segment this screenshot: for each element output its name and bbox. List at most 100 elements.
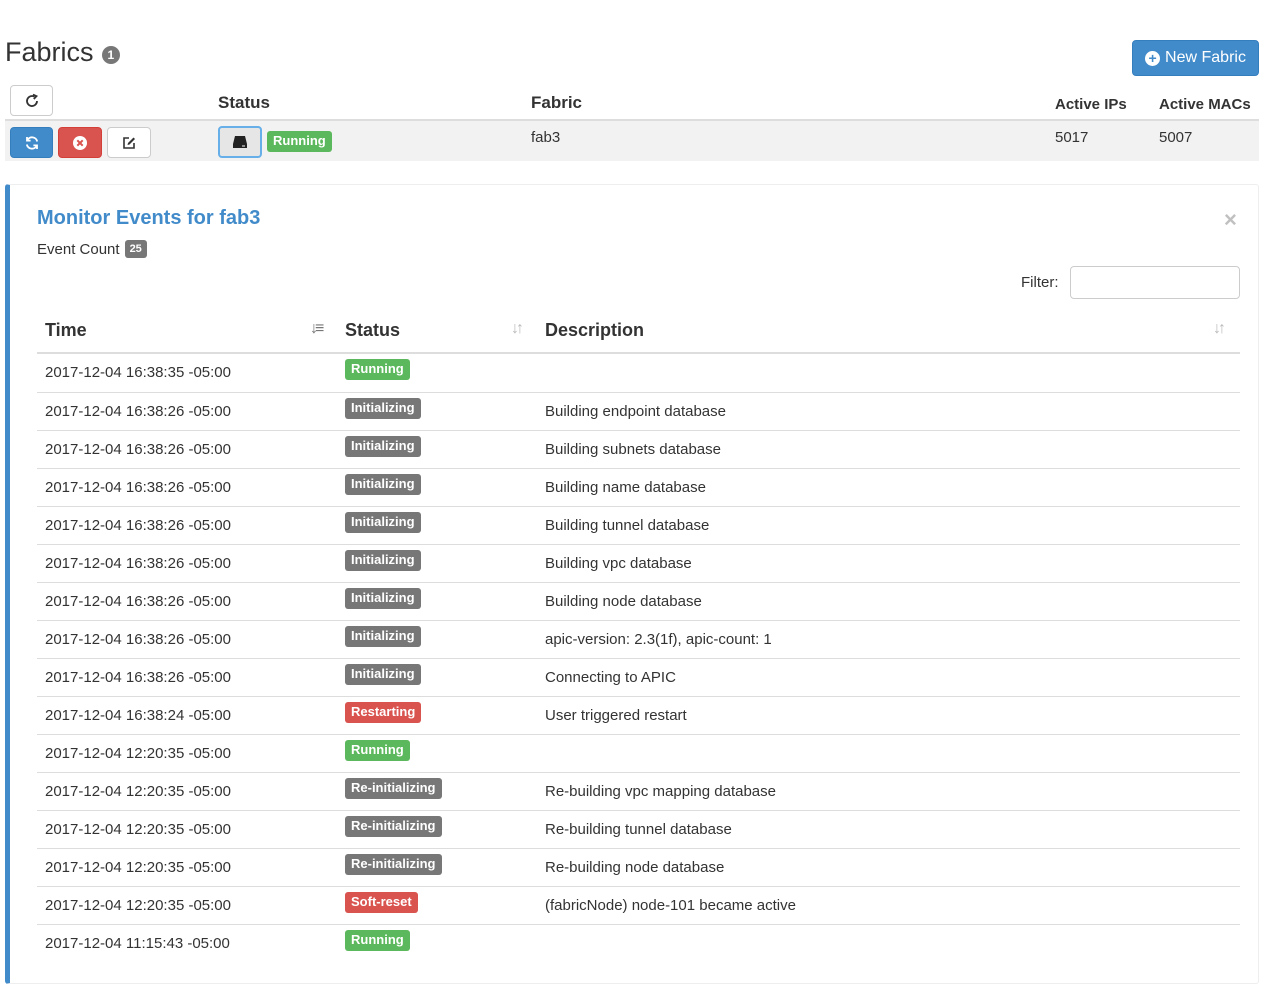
table-row: 2017-12-04 16:38:26 -05:00 Initializing ap… <box>37 620 1240 658</box>
stop-circle-icon <box>73 135 87 150</box>
new-fabric-label: New Fabric <box>1165 49 1246 66</box>
event-time: 2017-12-04 16:38:26 -05:00 <box>45 517 231 534</box>
table-row: 2017-12-04 12:20:35 -05:00 Re-initializin… <box>37 810 1240 848</box>
status-badge: Re-initializing <box>345 816 442 837</box>
col-active-ips: Active IPs <box>1055 96 1127 113</box>
event-time: 2017-12-04 16:38:35 -05:00 <box>45 364 231 381</box>
status-badge: Running <box>345 359 410 380</box>
status-badge: Re-initializing <box>345 854 442 875</box>
sort-icon[interactable]: ↓↑ <box>1213 320 1226 338</box>
event-description: Building name database <box>545 479 706 496</box>
event-time: 2017-12-04 12:20:35 -05:00 <box>45 897 231 914</box>
event-status: Initializing <box>345 550 421 571</box>
status-badge: Re-initializing <box>345 778 442 799</box>
event-description: Re-building tunnel database <box>545 821 732 838</box>
event-description: Re-building node database <box>545 859 725 876</box>
close-icon[interactable]: × <box>1224 209 1237 231</box>
event-status: Initializing <box>345 436 421 457</box>
table-row: 2017-12-04 12:20:35 -05:00 Re-initializin… <box>37 772 1240 810</box>
event-time: 2017-12-04 16:38:24 -05:00 <box>45 707 231 724</box>
event-time: 2017-12-04 16:38:26 -05:00 <box>45 403 231 420</box>
event-status: Initializing <box>345 512 421 533</box>
fabric-name-cell[interactable]: fab3 <box>531 129 560 146</box>
table-row: 2017-12-04 12:20:35 -05:00 Running <box>37 734 1240 772</box>
edit-fabric-button[interactable] <box>107 127 151 158</box>
status-badge: Initializing <box>345 512 421 533</box>
event-time: 2017-12-04 16:38:26 -05:00 <box>45 631 231 648</box>
event-time: 2017-12-04 16:38:26 -05:00 <box>45 555 231 572</box>
server-icon <box>233 136 247 148</box>
event-time: 2017-12-04 12:20:35 -05:00 <box>45 821 231 838</box>
active-macs-cell: 5007 <box>1159 129 1193 146</box>
event-status: Initializing <box>345 474 421 495</box>
table-row: 2017-12-04 16:38:26 -05:00 Initializing Bu… <box>37 544 1240 582</box>
event-status: Soft-reset <box>345 892 418 913</box>
plus-circle-icon: + <box>1145 50 1161 66</box>
table-row: 2017-12-04 16:38:26 -05:00 Initializing Bu… <box>37 582 1240 620</box>
stop-fabric-button[interactable] <box>58 127 102 158</box>
event-time: 2017-12-04 12:20:35 -05:00 <box>45 745 231 762</box>
status-badge: Initializing <box>345 474 421 495</box>
status-badge: Initializing <box>345 550 421 571</box>
restart-fabric-button[interactable] <box>10 127 53 158</box>
event-count-label: Event Count <box>37 240 120 258</box>
event-description: Connecting to APIC <box>545 669 676 686</box>
table-row: 2017-12-04 16:38:26 -05:00 Initializing Bu… <box>37 430 1240 468</box>
refresh-icon <box>25 93 38 107</box>
sort-icon[interactable]: ↓↑ <box>511 320 524 338</box>
event-status: Restarting <box>345 702 422 723</box>
page-title-text: Fabrics <box>5 37 94 67</box>
fabric-status-detail-button[interactable] <box>218 126 262 158</box>
sync-icon <box>25 135 38 150</box>
event-status: Initializing <box>345 664 421 685</box>
event-time: 2017-12-04 16:38:26 -05:00 <box>45 669 231 686</box>
table-row: 2017-12-04 16:38:26 -05:00 Initializing Bu… <box>37 506 1240 544</box>
event-status: Re-initializing <box>345 816 442 837</box>
col-time[interactable]: Time <box>45 307 87 353</box>
col-status: Status <box>218 93 270 112</box>
event-status: Initializing <box>345 398 421 419</box>
status-badge: Initializing <box>345 436 421 457</box>
table-row: 2017-12-04 16:38:24 -05:00 Restarting User… <box>37 696 1240 734</box>
event-description: Building vpc database <box>545 555 692 572</box>
status-badge: Running <box>267 131 332 152</box>
event-time: 2017-12-04 16:38:26 -05:00 <box>45 479 231 496</box>
new-fabric-button[interactable]: + New Fabric <box>1132 40 1259 76</box>
col-time-label: Time <box>45 319 87 340</box>
table-row: 2017-12-04 12:20:35 -05:00 Soft-reset (fab… <box>37 886 1240 924</box>
status-badge: Initializing <box>345 626 421 647</box>
event-description: Building tunnel database <box>545 517 710 534</box>
sort-desc-icon[interactable]: ↓≡ <box>310 320 324 338</box>
event-description: Building node database <box>545 593 702 610</box>
event-time: 2017-12-04 16:38:26 -05:00 <box>45 441 231 458</box>
table-row: 2017-12-04 11:15:43 -05:00 Running <box>37 924 1240 962</box>
refresh-table-button[interactable] <box>10 85 53 116</box>
status-badge: Running <box>345 930 410 951</box>
event-time: 2017-12-04 12:20:35 -05:00 <box>45 859 231 876</box>
event-status: Running <box>345 359 410 380</box>
col-description[interactable]: Description <box>545 307 644 353</box>
edit-icon <box>123 136 135 149</box>
monitor-events-panel: Monitor Events for fab3 × Event Count 25… <box>5 184 1259 984</box>
fabric-status-cell: Running <box>267 131 332 152</box>
event-status: Initializing <box>345 626 421 647</box>
event-status: Running <box>345 740 410 761</box>
event-time: 2017-12-04 16:38:26 -05:00 <box>45 593 231 610</box>
event-description: User triggered restart <box>545 707 687 724</box>
col-status[interactable]: Status <box>345 307 400 353</box>
table-row: 2017-12-04 16:38:26 -05:00 Initializing Bu… <box>37 468 1240 506</box>
event-description: Re-building vpc mapping database <box>545 783 776 800</box>
filter-input[interactable] <box>1070 266 1240 299</box>
status-badge: Soft-reset <box>345 892 418 913</box>
status-badge: Restarting <box>345 702 422 723</box>
active-ips-cell: 5017 <box>1055 129 1089 146</box>
table-row: 2017-12-04 12:20:35 -05:00 Re-initializin… <box>37 848 1240 886</box>
event-description: Building subnets database <box>545 441 721 458</box>
table-row: 2017-12-04 16:38:26 -05:00 Initializing Bu… <box>37 392 1240 430</box>
event-description: (fabricNode) node-101 became active <box>545 897 796 914</box>
col-status-label: Status <box>345 319 401 340</box>
page-title: Fabrics 1 <box>5 37 121 68</box>
status-badge: Initializing <box>345 398 421 419</box>
col-active-macs: Active MACs <box>1159 96 1251 113</box>
panel-title: Monitor Events for fab3 <box>37 207 261 229</box>
